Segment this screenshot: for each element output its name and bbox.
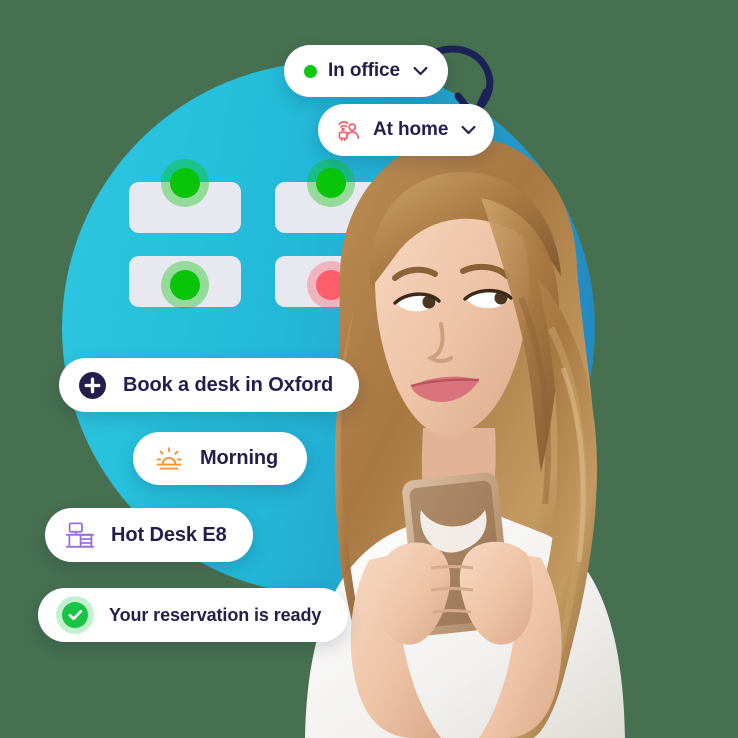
action-chip-time-slot[interactable]: Morning: [133, 432, 308, 485]
action-chip-reservation-ready[interactable]: Your reservation is ready: [38, 588, 349, 642]
chevron-down-icon[interactable]: [413, 66, 428, 76]
action-chip-label: Your reservation is ready: [109, 604, 322, 625]
status-chip-in-office[interactable]: In office: [284, 45, 448, 97]
remote-worker-icon: [336, 117, 362, 143]
person-photo: [245, 128, 665, 738]
sunrise-icon: [155, 446, 183, 472]
action-chip-label: Morning: [200, 447, 279, 469]
desk-status-dot-available: [161, 261, 209, 309]
action-chip-desk-name[interactable]: Hot Desk E8: [45, 508, 253, 562]
desk-icon: [65, 521, 95, 549]
action-chip-label: Book a desk in Oxford: [123, 373, 334, 396]
check-circle-icon: [56, 596, 94, 634]
status-chip-label: In office: [328, 60, 400, 81]
action-chip-book-desk[interactable]: Book a desk in Oxford: [59, 358, 360, 412]
status-dot-green-icon: [304, 64, 317, 78]
status-chip-at-home[interactable]: At home: [318, 104, 495, 156]
plus-circle-icon: [79, 371, 106, 399]
status-chip-label: At home: [373, 119, 449, 140]
desk-status-dot-available: [161, 159, 209, 207]
hero-illustration: In office At home Book a desk in Oxford …: [0, 0, 738, 738]
chevron-down-icon[interactable]: [461, 125, 476, 135]
action-chip-label: Hot Desk E8: [111, 523, 227, 546]
